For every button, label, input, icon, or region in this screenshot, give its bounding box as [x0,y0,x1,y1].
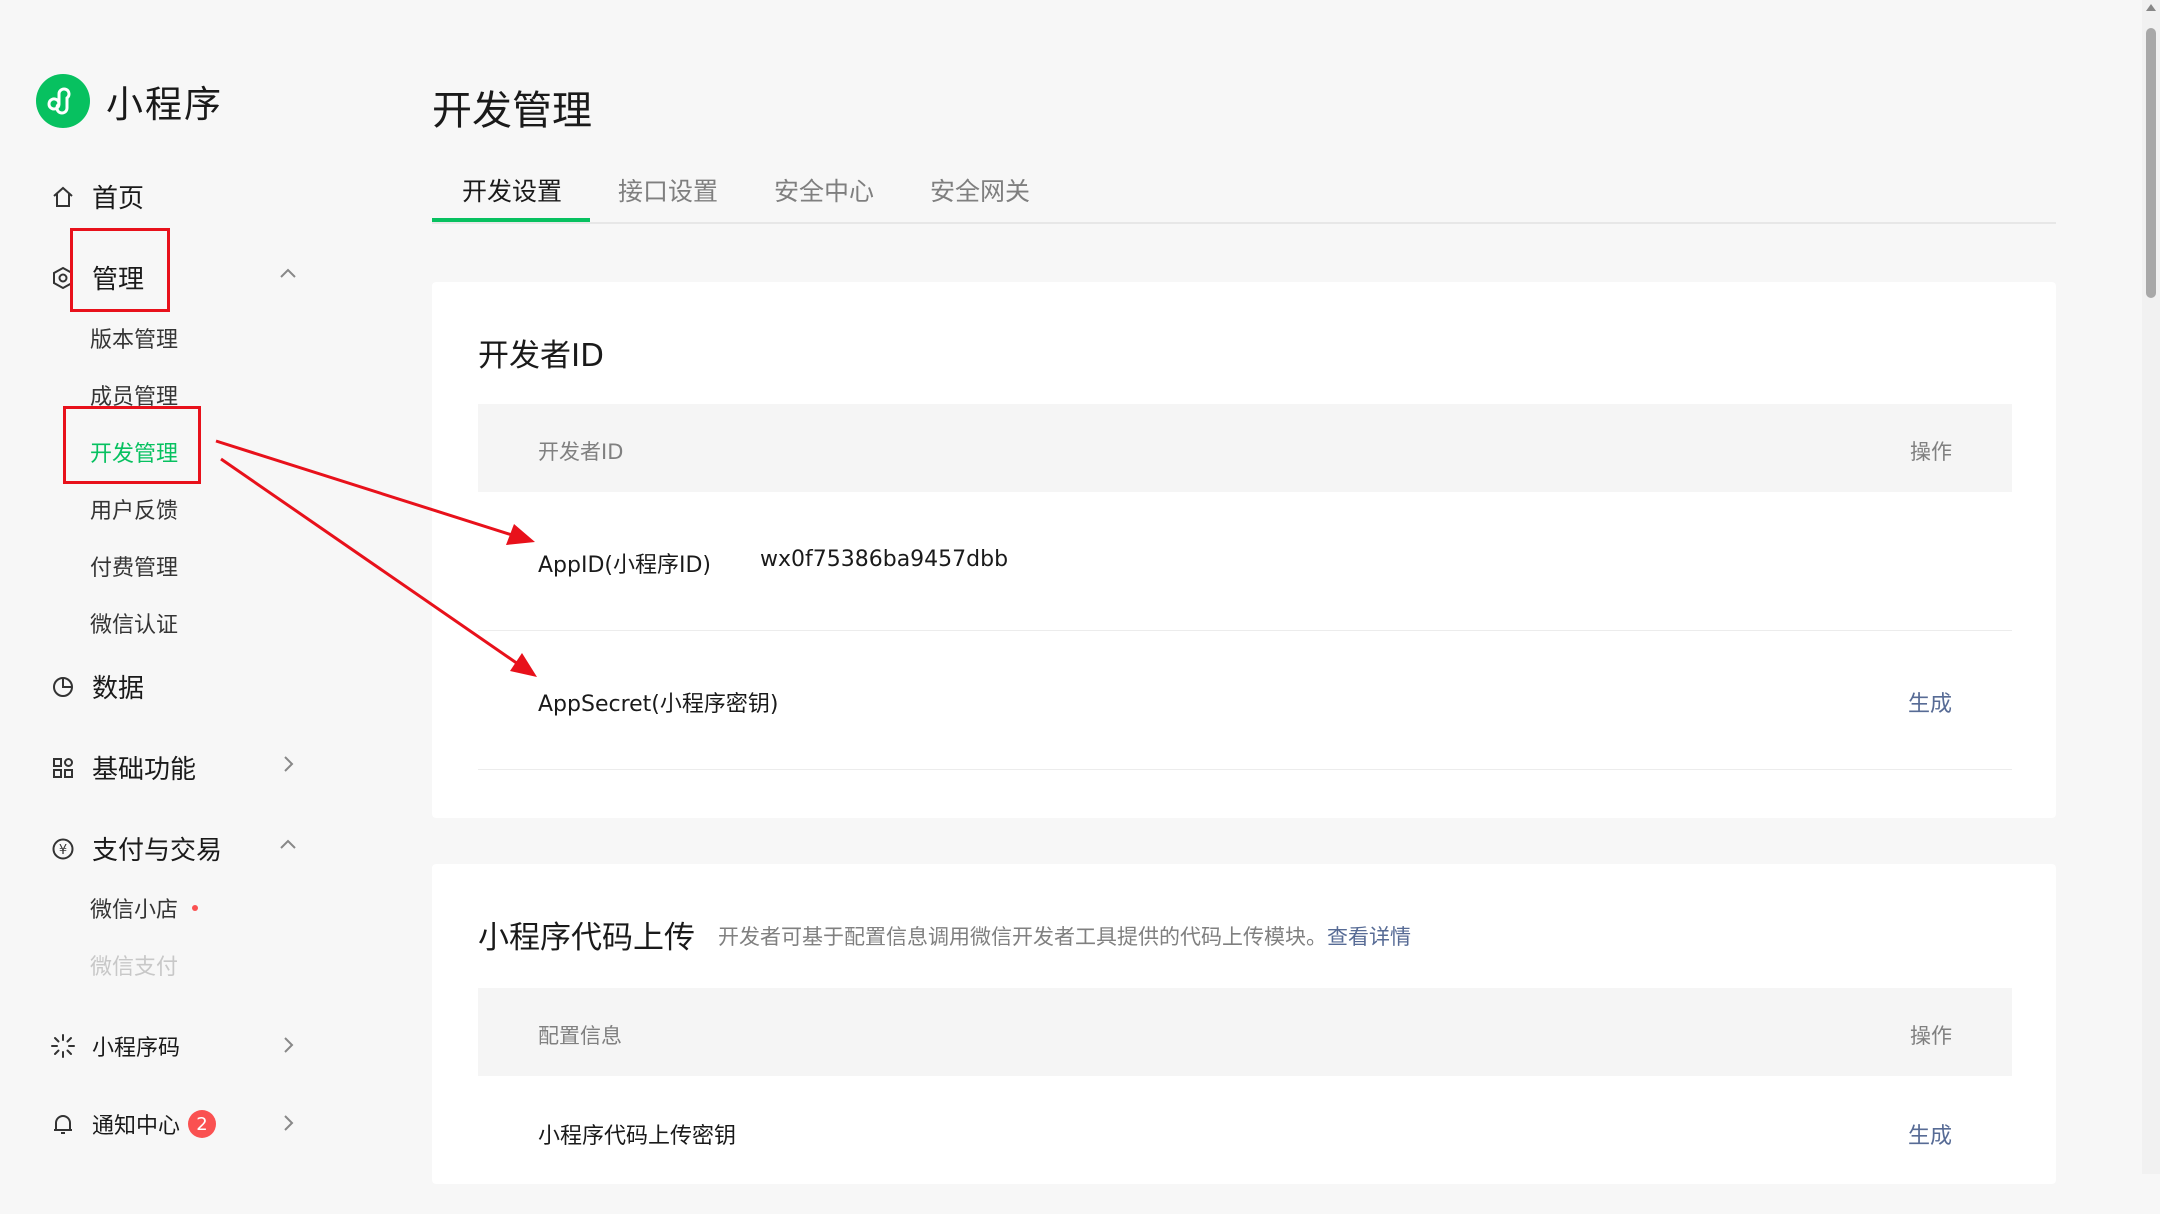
table-row: AppSecret(小程序密钥) 生成 [478,631,2012,770]
new-dot [192,905,199,911]
view-details-link[interactable]: 查看详情 [1327,925,1411,949]
qrcode-icon [48,1031,78,1061]
sidebar-item-version[interactable]: 版本管理 [90,322,178,354]
appsecret-label: AppSecret(小程序密钥) [538,692,779,717]
mini-program-logo-icon [36,74,90,128]
nav-notice-label: 通知中心 [92,1114,181,1139]
nav-qrcode-label: 小程序码 [92,1036,181,1061]
sidebar-item-wechat-pay[interactable]: 微信支付 [90,949,178,981]
chevron-right-icon[interactable] [276,752,300,776]
scroll-up-arrow-icon[interactable] [2146,4,2156,11]
highlight-box-manage [70,228,170,312]
chevron-up-icon[interactable] [276,262,300,286]
chevron-right-icon[interactable] [276,1111,300,1135]
grid-icon [48,753,78,783]
bell-icon [48,1109,78,1139]
tab-dev-settings[interactable]: 开发设置 [462,172,562,208]
table-row: AppID(小程序ID) wx0f75386ba9457dbb [478,492,2012,631]
page-title: 开发管理 [432,88,592,134]
chevron-up-icon[interactable] [276,833,300,857]
nav-basic-label: 基础功能 [92,755,197,785]
card-title: 开发者ID [478,338,605,374]
sidebar: 小程序 首页 管理 版本管理 成员管理 开发管理 用户反馈 付费管理 微信认证 … [0,0,400,1174]
appid-label: AppID(小程序ID) [538,553,712,578]
upload-key-label: 小程序代码上传密钥 [538,1124,737,1149]
notice-badge: 2 [188,1110,217,1138]
nav-pay[interactable]: ¥ 支付与交易 [48,830,222,867]
scroll-thumb[interactable] [2146,28,2156,298]
generate-secret-link[interactable]: 生成 [1908,686,1952,718]
sidebar-item-wechat-store-label: 微信小店 [90,898,179,923]
sidebar-item-paid[interactable]: 付费管理 [90,550,178,582]
column-header-config: 配置信息 [538,1024,622,1048]
yen-icon: ¥ [48,834,78,864]
table-header: 配置信息 操作 [478,988,2012,1076]
logo[interactable]: 小程序 [36,74,223,128]
scrollbar[interactable] [2142,0,2160,1174]
nav-home[interactable]: 首页 [48,178,144,215]
generate-upload-key-link[interactable]: 生成 [1908,1118,1952,1150]
nav-basic[interactable]: 基础功能 [48,749,196,786]
card-title: 小程序代码上传 [478,920,695,956]
tab-bar: 开发设置 接口设置 安全中心 安全网关 [432,168,2056,224]
sidebar-item-wechat-store[interactable]: 微信小店 [90,892,199,924]
tab-security-gateway[interactable]: 安全网关 [930,172,1030,208]
sidebar-item-feedback[interactable]: 用户反馈 [90,493,178,525]
nav-pay-label: 支付与交易 [92,836,223,866]
svg-text:¥: ¥ [59,843,67,858]
nav-qrcode[interactable]: 小程序码 [48,1030,180,1062]
highlight-box-dev-manage [63,406,201,484]
tab-api-settings[interactable]: 接口设置 [618,172,718,208]
developer-id-card: 开发者ID 开发者ID 操作 AppID(小程序ID) wx0f75386ba9… [432,282,2056,818]
chevron-right-icon[interactable] [276,1033,300,1057]
app-name: 小程序 [106,83,223,126]
pie-chart-icon [48,672,78,702]
home-icon [48,182,78,212]
active-tab-indicator [432,218,590,222]
column-header-id: 开发者ID [538,440,624,464]
column-header-action: 操作 [1910,440,1952,464]
nav-home-label: 首页 [92,184,145,214]
column-header-action: 操作 [1910,1024,1952,1048]
tab-security-center[interactable]: 安全中心 [774,172,874,208]
table-row: 小程序代码上传密钥 生成 [478,1076,2012,1214]
code-upload-card: 小程序代码上传 开发者可基于配置信息调用微信开发者工具提供的代码上传模块。查看详… [432,864,2056,1184]
table-header: 开发者ID 操作 [478,404,2012,492]
card-description: 开发者可基于配置信息调用微信开发者工具提供的代码上传模块。查看详情 [718,921,1411,951]
nav-notice[interactable]: 通知中心 2 [48,1108,217,1140]
sidebar-item-wechat-auth[interactable]: 微信认证 [90,607,178,639]
nav-data-label: 数据 [92,674,145,704]
appid-value[interactable]: wx0f75386ba9457dbb [760,547,1008,572]
description-text: 开发者可基于配置信息调用微信开发者工具提供的代码上传模块。 [718,925,1327,949]
nav-data[interactable]: 数据 [48,668,144,705]
